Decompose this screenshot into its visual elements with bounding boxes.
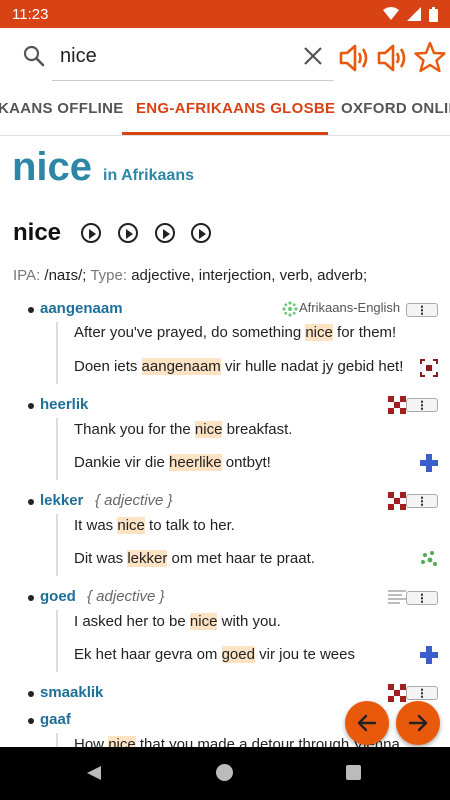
next-button[interactable]: [396, 701, 440, 745]
nav-back-icon[interactable]: [86, 765, 102, 781]
part-of-speech: { adjective }: [87, 588, 165, 605]
source-logo-icon: [420, 359, 438, 377]
arrow-right-icon: [408, 714, 428, 732]
search-input[interactable]: nice: [60, 45, 97, 68]
clear-icon[interactable]: [302, 45, 324, 67]
word-types: adjective, interjection, verb, adverb;: [131, 267, 368, 284]
translation-term[interactable]: smaaklik: [40, 684, 103, 701]
menu-icon[interactable]: [406, 303, 438, 317]
play-icon[interactable]: [155, 223, 175, 243]
source-logo-icon: [388, 684, 406, 702]
tab-oxford-online[interactable]: OXFORD ONLIN: [341, 100, 450, 117]
dictionary-tabs: KAANS OFFLINE ENG-AFRIKAANS GLOSBE OXFOR…: [0, 88, 450, 136]
speaker-icon[interactable]: [338, 42, 370, 74]
arrow-left-icon: [357, 714, 377, 732]
example-afrikaans: Dit was lekker om met haar te praat.: [74, 550, 315, 567]
bullet: [28, 595, 34, 601]
source-logo-icon: [420, 454, 438, 472]
source-logo-icon: [282, 301, 298, 317]
menu-icon[interactable]: [406, 494, 438, 508]
play-icon[interactable]: [81, 223, 101, 243]
source-logo-icon: [421, 551, 437, 566]
status-bar: 11:23: [0, 0, 450, 28]
ipa-line: IPA: /naɪs/; Type: adjective, interjecti…: [13, 267, 368, 284]
source-logo-icon: [420, 646, 438, 664]
nav-home-icon[interactable]: [216, 764, 233, 781]
bullet: [28, 718, 34, 724]
example-english: After you've prayed, do something nice f…: [74, 324, 397, 341]
search-underline: [52, 80, 334, 81]
bullet: [28, 403, 34, 409]
language-label: in Afrikaans: [103, 167, 194, 184]
source-logo-icon: [388, 590, 406, 604]
translation-term[interactable]: gaaf: [40, 711, 71, 728]
menu-icon[interactable]: [406, 398, 438, 412]
part-of-speech: { adjective }: [95, 492, 173, 509]
speaker-icon[interactable]: [376, 42, 408, 74]
example-english: Thank you for the nice breakfast.: [74, 421, 293, 438]
tab-afrikaans-offline[interactable]: KAANS OFFLINE: [0, 100, 124, 117]
source-logo-icon: [388, 396, 406, 414]
translation-term[interactable]: goed: [40, 588, 76, 605]
example-english: It was nice to talk to her.: [74, 517, 235, 534]
results-content[interactable]: nice in Afrikaans nice IPA: /naɪs/; Type…: [0, 137, 450, 747]
play-icon[interactable]: [118, 223, 138, 243]
bullet: [28, 307, 34, 313]
translation-term[interactable]: aangenaam: [40, 300, 123, 317]
system-nav-bar: [0, 747, 450, 800]
status-time: 11:23: [12, 5, 49, 23]
previous-button[interactable]: [345, 701, 389, 745]
search-icon[interactable]: [22, 44, 46, 68]
play-icon[interactable]: [191, 223, 211, 243]
source-name: Afrikaans-English: [299, 300, 401, 315]
tab-eng-afrikaans-glosbe[interactable]: ENG-AFRIKAANS GLOSBE: [136, 100, 335, 117]
example-afrikaans: Doen iets aangenaam vir hulle nadat jy g…: [74, 358, 404, 375]
tab-indicator: [122, 132, 328, 135]
translation-term[interactable]: lekker: [40, 492, 83, 509]
example-afrikaans: Ek het haar gevra om goed vir jou te wee…: [74, 646, 355, 663]
wifi-icon: [383, 7, 399, 20]
bullet: [28, 691, 34, 697]
translation-term[interactable]: heerlik: [40, 396, 88, 413]
source-logo-icon: [388, 492, 406, 510]
battery-icon: [429, 6, 438, 22]
ipa-value: /naɪs/;: [44, 267, 87, 284]
menu-icon[interactable]: [406, 686, 438, 700]
search-bar: nice: [0, 28, 450, 88]
word-title: nice: [12, 145, 93, 189]
example-english: I asked her to be nice with you.: [74, 613, 281, 630]
menu-icon[interactable]: [406, 591, 438, 605]
example-afrikaans: Dankie vir die heerlike ontbyt!: [74, 454, 271, 471]
headword: nice: [13, 219, 62, 246]
bullet: [28, 499, 34, 505]
signal-icon: [407, 7, 421, 21]
star-icon[interactable]: [414, 41, 446, 73]
nav-recents-icon[interactable]: [346, 765, 361, 780]
